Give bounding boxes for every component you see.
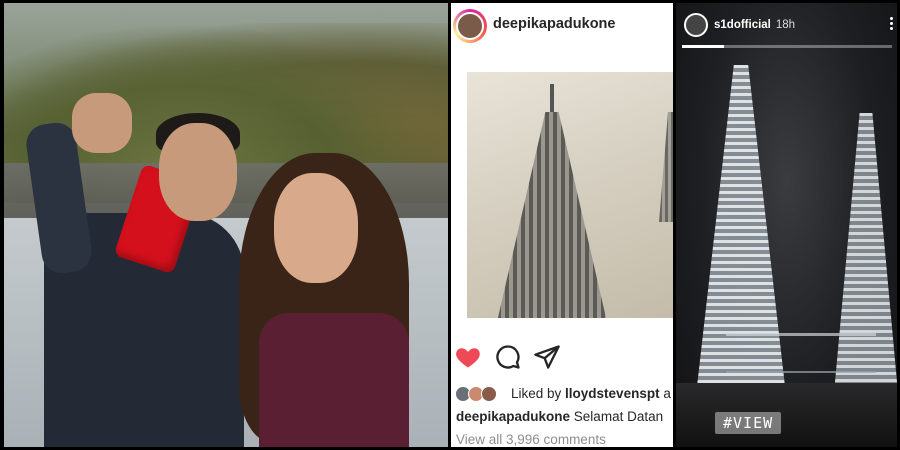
liked-by-row: Liked by lloydstevenspt a xyxy=(455,384,673,406)
liked-by-user-link[interactable]: lloydstevenspt xyxy=(565,386,660,401)
story-timestamp: 18h xyxy=(775,19,796,31)
post-avatar[interactable] xyxy=(453,9,487,43)
story-header: s1dofficial 18h xyxy=(676,3,897,43)
post-username[interactable]: deepikapadukone xyxy=(493,16,615,32)
vertical-dots-icon[interactable] xyxy=(890,17,894,33)
post-image[interactable] xyxy=(467,72,673,318)
photo-man xyxy=(23,93,244,447)
heart-icon[interactable] xyxy=(454,343,482,371)
post-actions xyxy=(451,343,673,377)
instagram-post: deepikapadukone Liked by lloydstevenspt … xyxy=(451,3,673,447)
photo-woman xyxy=(239,153,439,447)
liked-by-text: Liked by lloydstevenspt a xyxy=(511,386,671,401)
skybridge xyxy=(726,333,876,373)
story-avatar[interactable] xyxy=(684,13,708,37)
story-progress-bar xyxy=(682,45,892,48)
story-username[interactable]: s1dofficial xyxy=(714,19,771,31)
selfie-photo xyxy=(4,3,448,447)
caption-username[interactable]: deepikapadukone xyxy=(456,409,570,424)
post-caption: deepikapadukone Selamat Datan xyxy=(456,409,664,424)
share-icon[interactable] xyxy=(533,343,561,371)
view-hashtag-badge[interactable]: #VIEW xyxy=(715,412,782,434)
petronas-tower xyxy=(497,112,607,318)
instagram-story: s1dofficial 18h #VIEW xyxy=(676,3,897,447)
post-header: deepikapadukone xyxy=(451,3,673,49)
view-comments-link[interactable]: View all 3,996 comments xyxy=(456,432,606,447)
comment-icon[interactable] xyxy=(494,343,522,371)
liker-avatar[interactable] xyxy=(481,386,497,402)
